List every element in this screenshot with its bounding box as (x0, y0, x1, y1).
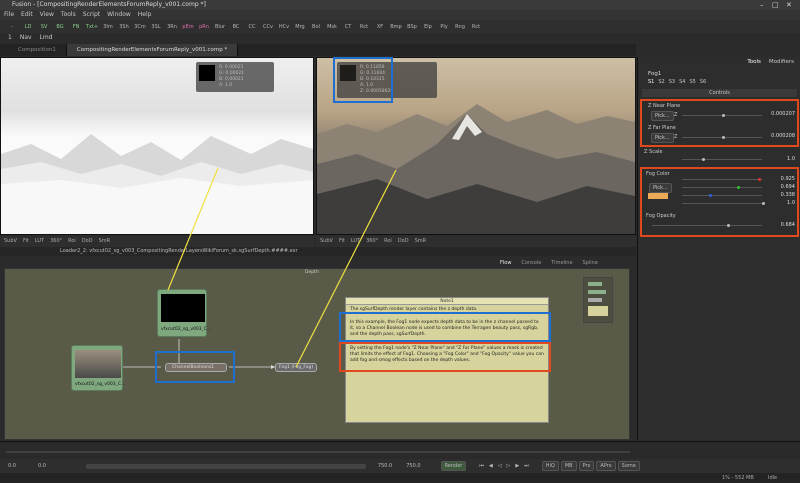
controls-header[interactable]: Controls (642, 89, 797, 97)
aprx-button[interactable]: APrx (596, 461, 616, 471)
transport-bar: 0.0 0.0 750.0 750.0 Render ⏮◀◁▷▶⏭ HiQ MB… (0, 459, 800, 473)
some-button[interactable]: Some (617, 461, 640, 471)
memory-status: 1% - 552 MB (722, 475, 754, 481)
subtab-s3[interactable]: S3 (669, 79, 675, 85)
subtab-s1[interactable]: S1 (648, 79, 654, 85)
mb-button[interactable]: MB (560, 461, 577, 471)
z-scale-slider[interactable] (682, 158, 762, 161)
param-value[interactable]: 1.0 (787, 156, 795, 162)
current-time[interactable]: 0.0 (38, 463, 46, 469)
render-button[interactable]: Render (440, 461, 467, 471)
param-label: Z Scale (644, 149, 663, 155)
timeline-ticks (6, 451, 630, 453)
subtab-s2[interactable]: S2 (658, 79, 664, 85)
highlight-z-planes (640, 99, 799, 147)
state-status: Idle (768, 475, 778, 481)
end-time[interactable]: 750.0 (378, 463, 392, 469)
inspector-panel: Tools Modifiers Fog1 S1 S2 S3 S4 S5 S6 C… (637, 57, 800, 440)
tab-modifiers[interactable]: Modifiers (769, 57, 794, 67)
subtab-s4[interactable]: S4 (679, 79, 685, 85)
timeline-ruler[interactable] (0, 441, 800, 459)
inspector-tabs: Tools Modifiers (637, 57, 800, 67)
end-time-2[interactable]: 750.0 (406, 463, 420, 469)
range-slider[interactable] (85, 463, 366, 469)
highlight-fog-params (640, 167, 799, 237)
param-z-scale: Z Scale 1.0 (642, 149, 797, 165)
inspector-subtabs: S1 S2 S3 S4 S5 S6 (648, 79, 706, 85)
subtab-s6[interactable]: S6 (700, 79, 706, 85)
subtab-s5[interactable]: S5 (689, 79, 695, 85)
tab-tools[interactable]: Tools (747, 57, 761, 67)
inspector-node-name: Fog1 (648, 71, 662, 77)
hiq-button[interactable]: HiQ (541, 461, 559, 471)
playback-controls[interactable]: ⏮◀◁▷▶⏭ (479, 463, 533, 469)
status-bar: 1% - 552 MB Idle (0, 473, 800, 483)
start-time[interactable]: 0.0 (8, 463, 16, 469)
prx-button[interactable]: Prx (578, 461, 595, 471)
